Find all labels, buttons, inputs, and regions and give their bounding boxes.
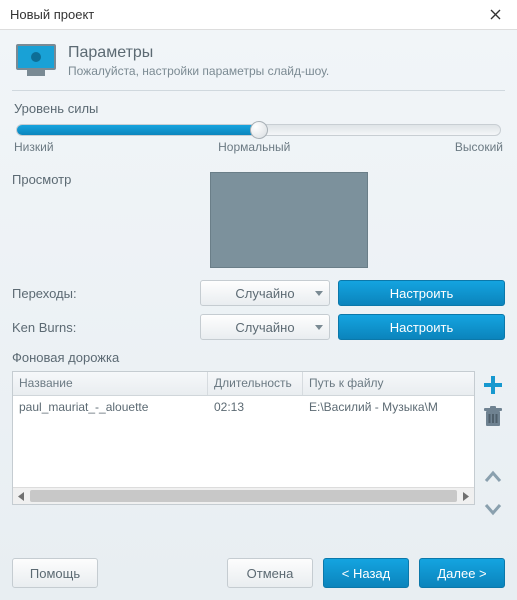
chevron-down-icon: [315, 325, 323, 330]
transitions-label: Переходы:: [12, 286, 192, 301]
slider-ticks: Низкий Нормальный Высокий: [14, 140, 503, 154]
monitor-icon: [16, 44, 56, 78]
preview-row: Просмотр: [12, 172, 505, 268]
slider-thumb[interactable]: [250, 121, 268, 139]
col-name[interactable]: Название: [13, 372, 208, 395]
kenburns-configure-button[interactable]: Настроить: [338, 314, 505, 340]
help-button[interactable]: Помощь: [12, 558, 98, 588]
preview-label: Просмотр: [12, 172, 92, 187]
kenburns-row: Ken Burns: Случайно Настроить: [12, 314, 505, 340]
col-path[interactable]: Путь к файлу: [303, 372, 474, 395]
content-area: Параметры Пожалуйста, настройки параметр…: [0, 30, 517, 600]
add-track-button[interactable]: [481, 373, 505, 397]
header-text: Параметры Пожалуйста, настройки параметр…: [68, 44, 329, 78]
transitions-combo[interactable]: Случайно: [200, 280, 330, 306]
horizontal-scrollbar[interactable]: [13, 487, 474, 504]
strength-section: Уровень силы Низкий Нормальный Высокий: [14, 101, 503, 154]
slider-high-label: Высокий: [455, 140, 503, 154]
track-area: Название Длительность Путь к файлу paul_…: [12, 371, 505, 521]
cell-name: paul_mauriat_-_alouette: [13, 396, 208, 420]
col-duration[interactable]: Длительность: [208, 372, 303, 395]
cell-path: E:\Василий - Музыка\M: [303, 396, 474, 420]
close-icon: [490, 9, 501, 20]
window-title: Новый проект: [10, 7, 94, 22]
next-button[interactable]: Далее >: [419, 558, 505, 588]
chevron-up-icon: [484, 470, 502, 484]
kenburns-label: Ken Burns:: [12, 320, 192, 335]
preview-box: [210, 172, 368, 268]
page-header: Параметры Пожалуйста, настройки параметр…: [12, 40, 505, 91]
plus-icon: [482, 374, 504, 396]
table-row[interactable]: paul_mauriat_-_alouette 02:13 E:\Василий…: [13, 396, 474, 420]
scroll-right-icon[interactable]: [457, 488, 474, 504]
slider-fill: [17, 125, 259, 135]
move-up-button[interactable]: [481, 465, 505, 489]
strength-label: Уровень силы: [14, 101, 503, 116]
close-button[interactable]: [481, 4, 509, 26]
table-header: Название Длительность Путь к файлу: [13, 372, 474, 396]
track-section-label: Фоновая дорожка: [12, 350, 505, 365]
track-side-toolbar: [481, 371, 505, 521]
chevron-down-icon: [484, 502, 502, 516]
transitions-row: Переходы: Случайно Настроить: [12, 280, 505, 306]
cancel-button[interactable]: Отмена: [227, 558, 313, 588]
kenburns-combo[interactable]: Случайно: [200, 314, 330, 340]
footer: Помощь Отмена < Назад Далее >: [12, 558, 505, 588]
kenburns-value: Случайно: [235, 320, 294, 335]
scroll-left-icon[interactable]: [13, 488, 30, 504]
chevron-down-icon: [315, 291, 323, 296]
back-button[interactable]: < Назад: [323, 558, 409, 588]
cell-duration: 02:13: [208, 396, 303, 420]
slider-low-label: Низкий: [14, 140, 54, 154]
scroll-thumb[interactable]: [30, 490, 457, 502]
track-table: Название Длительность Путь к файлу paul_…: [12, 371, 475, 505]
move-down-button[interactable]: [481, 497, 505, 521]
strength-slider[interactable]: [16, 124, 501, 136]
trash-icon: [483, 406, 503, 428]
page-subtitle: Пожалуйста, настройки параметры слайд-шо…: [68, 64, 329, 78]
transitions-configure-button[interactable]: Настроить: [338, 280, 505, 306]
transitions-value: Случайно: [235, 286, 294, 301]
page-title: Параметры: [68, 44, 329, 62]
slider-mid-label: Нормальный: [218, 140, 290, 154]
delete-track-button[interactable]: [481, 405, 505, 429]
titlebar: Новый проект: [0, 0, 517, 30]
